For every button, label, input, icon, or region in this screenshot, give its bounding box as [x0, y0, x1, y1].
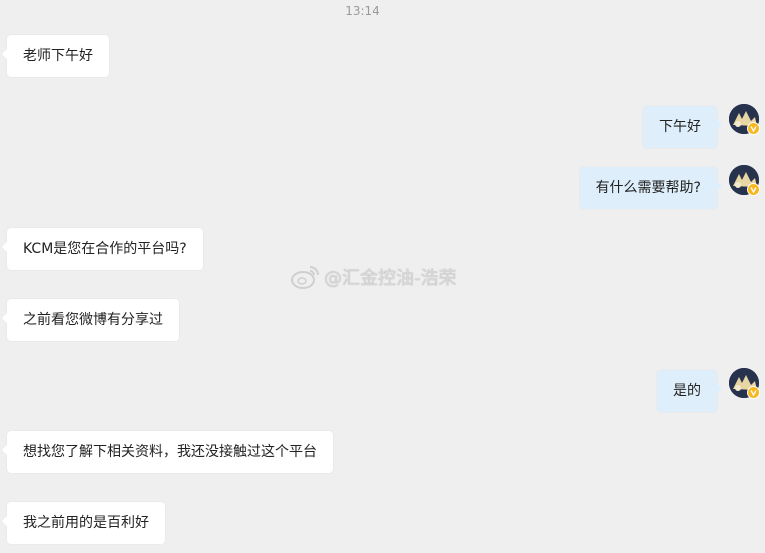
message-bubble[interactable]: 老师下午好 — [2, 35, 109, 77]
message-row: 是的 — [317, 370, 722, 412]
message-bubble[interactable]: 有什么需要帮助? — [579, 167, 723, 209]
message-bubble[interactable]: KCM是您在合作的平台吗? — [2, 228, 203, 270]
watermark-text: @汇金控油-浩荣 — [324, 268, 457, 289]
message-bubble[interactable]: 我之前用的是百利好 — [2, 502, 165, 544]
chat-timestamp: 13:14 — [345, 4, 380, 18]
verified-badge-icon — [747, 386, 760, 399]
verified-badge-icon — [747, 183, 760, 196]
message-bubble[interactable]: 想找您了解下相关资料，我还没接触过这个平台 — [2, 431, 333, 473]
message-row: 之前看您微博有分享过 — [2, 299, 407, 341]
message-row: 想找您了解下相关资料，我还没接触过这个平台 — [2, 431, 507, 473]
message-row: 老师下午好 — [2, 35, 407, 77]
verified-badge-icon — [747, 122, 760, 135]
message-row: 有什么需要帮助? — [317, 167, 723, 209]
weibo-logo-icon — [291, 266, 319, 289]
message-bubble[interactable]: 下午好 — [643, 106, 722, 148]
message-row: 我之前用的是百利好 — [2, 502, 407, 544]
weibo-watermark: @汇金控油-浩荣 — [290, 262, 457, 292]
message-bubble[interactable]: 是的 — [657, 370, 722, 412]
message-bubble[interactable]: 之前看您微博有分享过 — [2, 299, 179, 341]
message-row: 下午好 — [317, 106, 722, 148]
